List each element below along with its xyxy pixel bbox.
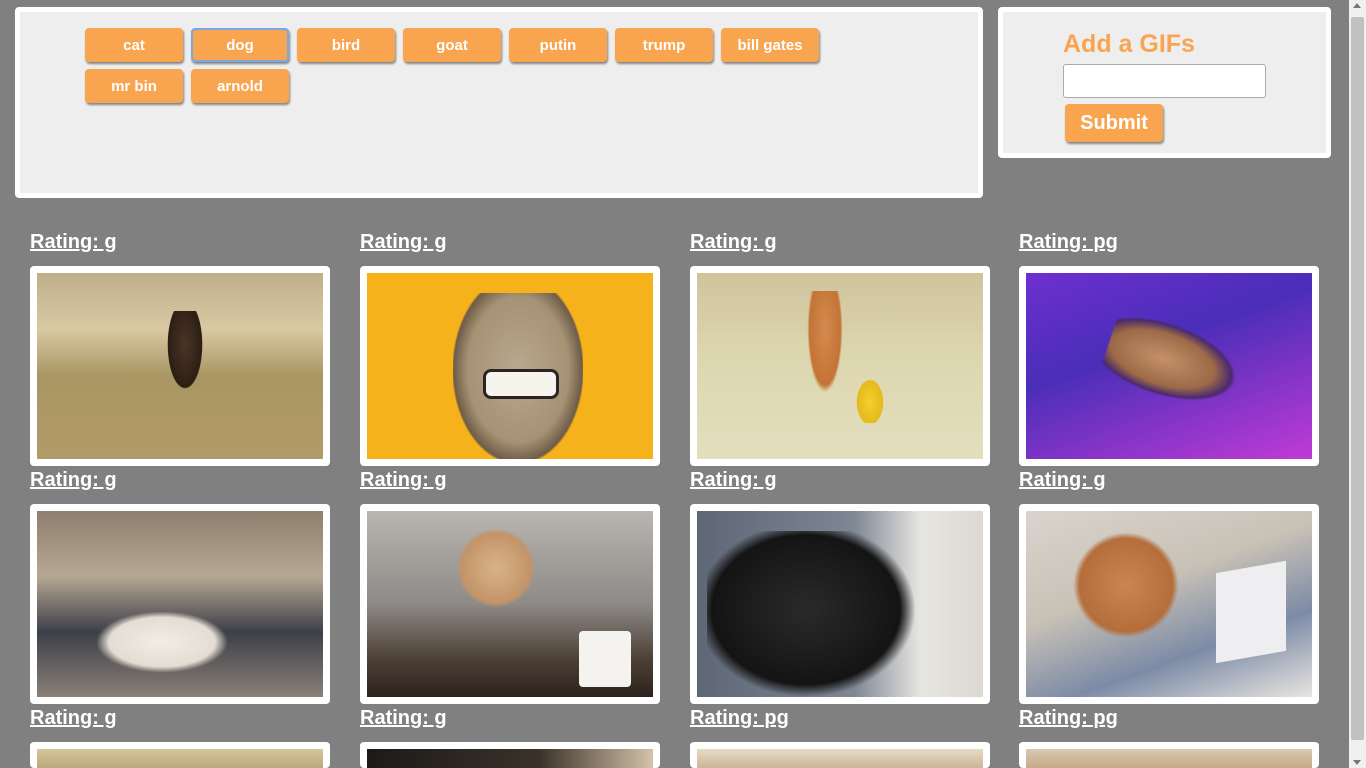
- gif-image[interactable]: [1026, 511, 1312, 697]
- topic-button-trump[interactable]: trump: [615, 28, 713, 62]
- gif-card[interactable]: [690, 504, 990, 704]
- gif-rating-label: Rating: g: [30, 469, 117, 491]
- gif-card[interactable]: [30, 504, 330, 704]
- gif-image[interactable]: [367, 749, 653, 768]
- topic-button-putin[interactable]: putin: [509, 28, 607, 62]
- gif-rating-label: Rating: pg: [1019, 707, 1118, 729]
- topic-button-dog[interactable]: dog: [191, 28, 289, 62]
- gif-rating-label: Rating: pg: [1019, 231, 1118, 253]
- submit-button[interactable]: Submit: [1065, 104, 1163, 142]
- gif-image[interactable]: [37, 273, 323, 459]
- gif-card[interactable]: [360, 504, 660, 704]
- add-gif-title: Add a GIFs: [1063, 30, 1195, 58]
- gif-card[interactable]: [30, 742, 330, 768]
- scrollbar-thumb[interactable]: [1351, 17, 1364, 740]
- gif-image[interactable]: [1026, 749, 1312, 768]
- gif-card[interactable]: [690, 266, 990, 466]
- gif-rating-label: Rating: g: [690, 469, 777, 491]
- gif-card[interactable]: [690, 742, 990, 768]
- gif-image[interactable]: [697, 273, 983, 459]
- gif-image[interactable]: [367, 273, 653, 459]
- topic-buttons-panel: cat dog bird goat putin trump bill gates…: [15, 7, 983, 198]
- gif-image[interactable]: [1026, 273, 1312, 459]
- gif-image[interactable]: [697, 511, 983, 697]
- gif-image[interactable]: [37, 511, 323, 697]
- scroll-down-icon[interactable]: [1353, 760, 1361, 765]
- gif-image[interactable]: [37, 749, 323, 768]
- gif-card[interactable]: [360, 742, 660, 768]
- gif-rating-label: Rating: g: [360, 469, 447, 491]
- topic-button-goat[interactable]: goat: [403, 28, 501, 62]
- gif-rating-label: Rating: g: [360, 707, 447, 729]
- topic-button-bird[interactable]: bird: [297, 28, 395, 62]
- gif-rating-label: Rating: g: [690, 231, 777, 253]
- scroll-up-icon[interactable]: [1353, 3, 1361, 8]
- topic-button-cat[interactable]: cat: [85, 28, 183, 62]
- gif-image[interactable]: [367, 511, 653, 697]
- vertical-scrollbar[interactable]: [1349, 0, 1366, 768]
- topic-button-mr-bin[interactable]: mr bin: [85, 69, 183, 103]
- add-gif-panel: Add a GIFs Submit: [998, 7, 1331, 158]
- topic-button-bill-gates[interactable]: bill gates: [721, 28, 819, 62]
- gif-rating-label: Rating: g: [360, 231, 447, 253]
- gif-card[interactable]: [360, 266, 660, 466]
- gif-rating-label: Rating: g: [1019, 469, 1106, 491]
- gif-card[interactable]: [1019, 266, 1319, 466]
- gif-rating-label: Rating: g: [30, 707, 117, 729]
- gif-card[interactable]: [30, 266, 330, 466]
- gif-card[interactable]: [1019, 742, 1319, 768]
- topic-button-arnold[interactable]: arnold: [191, 69, 289, 103]
- gif-rating-label: Rating: pg: [690, 707, 789, 729]
- gif-rating-label: Rating: g: [30, 231, 117, 253]
- gif-card[interactable]: [1019, 504, 1319, 704]
- gif-image[interactable]: [697, 749, 983, 768]
- add-gif-input[interactable]: [1063, 64, 1266, 98]
